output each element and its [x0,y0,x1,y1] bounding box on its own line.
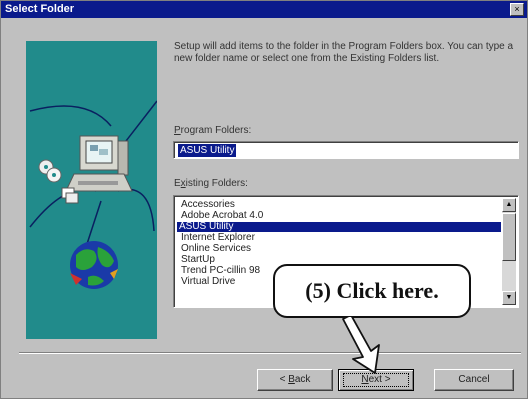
existing-folders-label-text: isting Folders: [185,178,248,189]
close-icon: × [514,4,520,14]
scroll-up-icon: ▲ [505,201,513,208]
globe-icon [70,241,118,289]
back-button-label: ack [294,374,311,385]
pointer-arrow-icon [342,317,380,374]
back-button-pre: < [279,374,289,385]
click-here-callout: (5) Click here. [273,264,471,318]
program-folders-input[interactable]: ASUS Utility [173,141,519,159]
list-item-selected[interactable]: ASUS Utility [177,222,501,232]
back-button[interactable]: < Back [257,369,333,391]
setup-illustration [26,41,157,339]
existing-folders-label-pre: E [174,178,181,189]
computer-illustration-graphic [29,100,157,289]
cd-icon [38,159,62,183]
scroll-down-button[interactable]: ▼ [502,291,516,305]
existing-folders-label: Existing Folders: [174,178,248,189]
back-button-accel: B [288,374,295,385]
program-folders-value: ASUS Utility [178,144,237,157]
scroll-up-button[interactable]: ▲ [502,198,516,212]
cancel-button[interactable]: Cancel [434,369,514,391]
instructions-text: Setup will add items to the folder in th… [174,41,514,64]
program-folders-label-text: rogram Folders: [180,125,252,136]
list-item[interactable]: Internet Explorer [179,233,499,243]
scroll-down-icon: ▼ [505,294,513,301]
list-item[interactable]: Online Services [179,244,499,254]
computer-icon [65,135,133,192]
list-item[interactable]: Accessories [179,200,499,210]
window-title: Select Folder [5,3,75,15]
list-item[interactable]: Adobe Acrobat 4.0 [179,211,499,221]
close-button[interactable]: × [510,3,524,16]
scroll-thumb[interactable] [502,213,516,261]
program-folders-label-accel: P [174,125,181,136]
title-bar[interactable]: Select Folder × [1,1,527,18]
list-scrollbar[interactable]: ▲ ▼ [502,198,516,305]
divider [19,352,521,354]
select-folder-dialog: Select Folder × Setup will add items to … [0,0,528,399]
program-folders-label: Program Folders: [174,125,251,136]
